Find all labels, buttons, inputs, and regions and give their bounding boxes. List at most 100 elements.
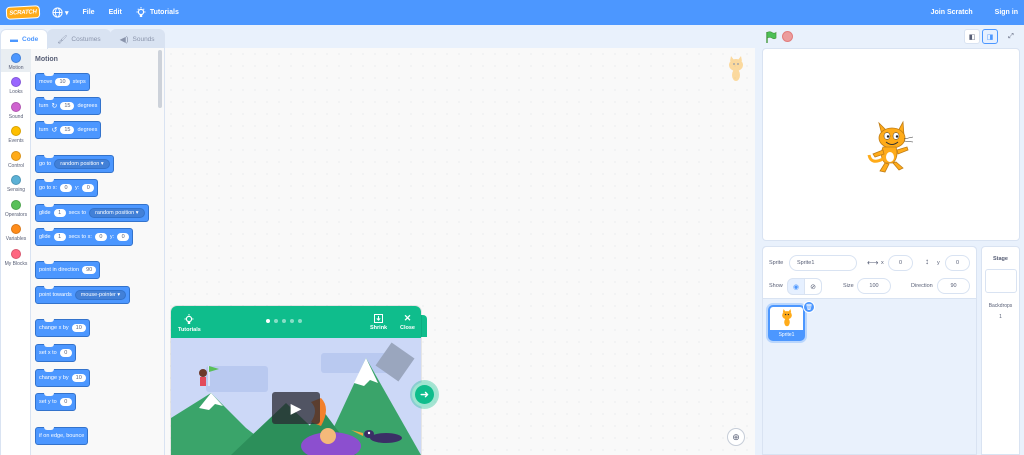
sprite-tile-name: Sprite1	[770, 330, 803, 339]
block-input[interactable]: 10	[71, 374, 86, 382]
block-bounce[interactable]: if on edge, bounce	[35, 427, 89, 445]
block-input[interactable]: 15	[60, 102, 75, 110]
category-control[interactable]: Control	[1, 151, 31, 169]
block-input[interactable]: 10	[55, 78, 70, 86]
green-flag-button[interactable]	[765, 31, 777, 43]
speaker-icon: ◀)	[119, 35, 129, 44]
block-input[interactable]: 15	[60, 126, 75, 134]
category-label: Operators	[4, 212, 28, 218]
step-dot[interactable]	[298, 319, 302, 323]
globe-icon	[52, 7, 63, 18]
step-dot[interactable]	[282, 319, 286, 323]
x-input[interactable]: 0	[888, 255, 913, 271]
tab-costumes[interactable]: 🖌 Costumes	[47, 29, 111, 49]
block-dropdown[interactable]: random position ▾	[54, 159, 110, 169]
sprite-tile[interactable]: Sprite1 🗑	[768, 301, 815, 341]
block-input[interactable]: 0	[59, 398, 72, 406]
tutorials-library-button[interactable]: Tutorials	[178, 314, 201, 333]
block-glide-to[interactable]: glide 1 secs to random position ▾	[35, 204, 149, 222]
category-operators[interactable]: Operators	[1, 200, 31, 218]
control-dot-icon	[11, 151, 21, 161]
block-turn-right[interactable]: turn ↻ 15 degrees	[35, 97, 102, 115]
block-dropdown[interactable]: random position ▾	[89, 208, 145, 218]
tab-code[interactable]: ▬ Code	[0, 29, 49, 49]
block-change-y[interactable]: change y by 10	[35, 369, 90, 387]
block-input[interactable]: 90	[82, 266, 97, 274]
block-text: glide	[39, 234, 51, 240]
step-dot[interactable]	[266, 319, 270, 323]
small-stage-button[interactable]: ◧	[964, 29, 980, 44]
block-input[interactable]: 0	[59, 349, 72, 357]
category-sensing[interactable]: Sensing	[1, 175, 31, 193]
block-input[interactable]: 10	[71, 324, 86, 332]
palette-scrollbar[interactable]	[158, 50, 162, 108]
direction-input[interactable]: 90	[937, 278, 970, 294]
block-text: go to x:	[39, 185, 58, 191]
category-looks[interactable]: Looks	[1, 77, 31, 95]
block-input[interactable]: 1	[53, 233, 66, 241]
stage-selector-title: Stage	[993, 256, 1008, 262]
size-input[interactable]: 100	[857, 278, 891, 294]
stage-selector[interactable]: Stage Backdrops 1	[981, 246, 1020, 455]
block-dropdown[interactable]: mouse-pointer ▾	[74, 290, 127, 300]
tutorial-card-header: Tutorials Shrink ✕ Close	[171, 306, 421, 338]
language-menu[interactable]: ▾	[52, 7, 69, 18]
close-button[interactable]: ✕ Close	[400, 314, 415, 332]
y-label: y	[937, 260, 940, 266]
block-input[interactable]: 0	[60, 184, 73, 192]
stop-button[interactable]	[782, 31, 793, 42]
code-icon: ▬	[10, 35, 18, 44]
next-step-button[interactable]: ➜	[412, 382, 437, 407]
block-go-to[interactable]: go to random position ▾	[35, 155, 114, 173]
play-button[interactable]: ▶	[272, 392, 320, 424]
shrink-button[interactable]: Shrink	[370, 314, 387, 331]
category-my-blocks[interactable]: My Blocks	[1, 249, 31, 267]
block-set-x[interactable]: set x to 0	[35, 344, 76, 362]
category-events[interactable]: Events	[1, 126, 31, 144]
edit-menu[interactable]: Edit	[109, 9, 122, 16]
show-hidden-button[interactable]: ⊘	[804, 278, 822, 295]
editor-tabs: ▬ Code 🖌 Costumes ◀) Sounds	[0, 29, 165, 49]
sprite-cat[interactable]	[863, 119, 919, 175]
x-label: x	[881, 260, 884, 266]
category-label: Sensing	[6, 187, 26, 193]
join-scratch-link[interactable]: Join Scratch	[931, 9, 973, 16]
zoom-in-button[interactable]: ⊕	[727, 428, 745, 446]
show-visible-button[interactable]: ◉	[787, 278, 805, 295]
tutorial-card-tab	[421, 315, 427, 337]
file-menu[interactable]: File	[83, 9, 95, 16]
block-text: move	[39, 79, 53, 85]
block-turn-left[interactable]: turn ↺ 15 degrees	[35, 121, 102, 139]
show-label: Show	[769, 283, 783, 289]
tutorials-label: Tutorials	[149, 9, 179, 16]
delete-sprite-button[interactable]: 🗑	[803, 301, 815, 313]
block-change-x[interactable]: change x by 10	[35, 319, 90, 337]
category-sound[interactable]: Sound	[1, 102, 31, 120]
block-text: y:	[109, 234, 115, 240]
large-stage-button[interactable]: ◨	[982, 29, 998, 44]
category-motion[interactable]: Motion	[1, 48, 31, 72]
block-glide-xy[interactable]: glide 1 secs to x: 0 y: 0	[35, 228, 134, 246]
tutorial-video[interactable]: ▶	[171, 338, 421, 455]
block-move-steps[interactable]: move 10 steps	[35, 73, 90, 91]
block-input[interactable]: 1	[53, 209, 66, 217]
block-input[interactable]: 0	[117, 233, 130, 241]
block-input[interactable]: 0	[94, 233, 107, 241]
step-dot[interactable]	[290, 319, 294, 323]
sprite-name-input[interactable]: Sprite1	[789, 255, 857, 271]
category-variables[interactable]: Variables	[1, 224, 31, 242]
category-label: Variables	[5, 236, 27, 242]
stage[interactable]	[762, 48, 1020, 241]
fullscreen-button[interactable]: ⤢	[1003, 29, 1019, 44]
step-dot[interactable]	[274, 319, 278, 323]
tutorials-menu[interactable]: Tutorials	[136, 7, 179, 18]
block-input[interactable]: 0	[82, 184, 95, 192]
block-set-y[interactable]: set y to 0	[35, 393, 76, 411]
block-point-in-direction[interactable]: point in direction 90	[35, 261, 101, 279]
scratch-logo[interactable]: SCRATCH	[5, 5, 41, 20]
tab-sounds[interactable]: ◀) Sounds	[109, 29, 165, 49]
block-go-to-xy[interactable]: go to x: 0 y: 0	[35, 179, 99, 197]
y-input[interactable]: 0	[945, 255, 970, 271]
sign-in-link[interactable]: Sign in	[995, 9, 1018, 16]
block-point-towards[interactable]: point towards mouse-pointer ▾	[35, 286, 131, 304]
